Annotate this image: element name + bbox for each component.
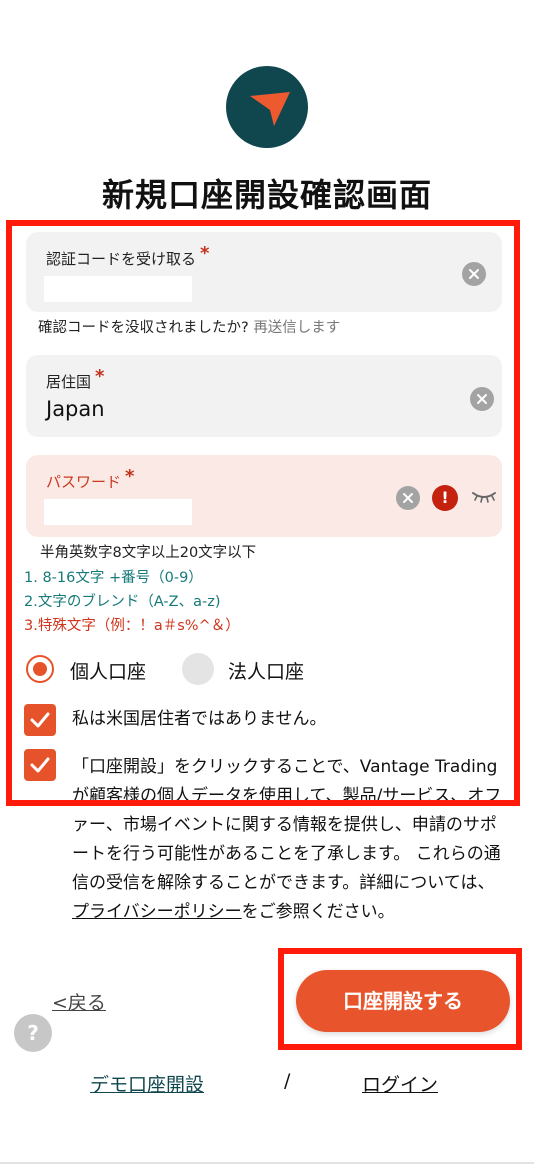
open-account-button[interactable]: 口座開設する bbox=[296, 970, 510, 1032]
resend-note: 確認コードを没収されましたか? 再送信します bbox=[38, 316, 340, 337]
verification-code-label: 認証コードを受け取る bbox=[46, 250, 197, 268]
password-rule-special: 3.特殊文字（例：！a＃s%^＆） bbox=[24, 618, 240, 634]
consent-suffix: をご参照ください。 bbox=[241, 902, 395, 922]
demo-account-link[interactable]: デモ口座開設 bbox=[90, 1070, 204, 1097]
privacy-policy-link[interactable]: プライバシーポリシー bbox=[72, 902, 242, 922]
eye-hidden-icon[interactable] bbox=[470, 487, 498, 507]
verification-code-field[interactable]: 認証コードを受け取る * bbox=[26, 232, 502, 312]
consent-checkbox[interactable] bbox=[24, 749, 56, 781]
required-mark: * bbox=[95, 366, 105, 387]
country-label: 居住国 bbox=[46, 373, 92, 391]
country-value: Japan bbox=[46, 397, 105, 421]
checkmark-icon bbox=[30, 712, 50, 728]
error-icon: ! bbox=[432, 485, 458, 511]
password-input[interactable] bbox=[44, 499, 192, 525]
checkmark-icon bbox=[30, 757, 50, 773]
clear-icon[interactable] bbox=[396, 486, 420, 510]
consent-text: 「口座開設」をクリックすることで、Vantage Trading が顧客様の個人… bbox=[72, 753, 504, 927]
required-mark: * bbox=[200, 243, 210, 264]
consent-body: 「口座開設」をクリックすることで、Vantage Trading が顧客様の個人… bbox=[72, 757, 502, 893]
brand-logo bbox=[226, 66, 308, 148]
clear-icon[interactable] bbox=[470, 387, 494, 411]
radio-corporate-label[interactable]: 法人口座 bbox=[228, 657, 304, 684]
password-field[interactable]: パスワード * ! bbox=[26, 455, 502, 537]
password-rule-length: 1. 8-16文字 +番号（0-9） bbox=[24, 570, 203, 586]
login-link[interactable]: ログイン bbox=[362, 1070, 438, 1097]
help-icon[interactable]: ? bbox=[14, 1014, 52, 1052]
resend-question: 確認コードを没収されましたか? bbox=[38, 320, 249, 336]
us-resident-label: 私は米国居住者ではありません。 bbox=[72, 709, 327, 729]
radio-corporate[interactable] bbox=[182, 653, 214, 685]
country-field[interactable]: 居住国 * Japan bbox=[26, 355, 502, 437]
verification-code-input[interactable] bbox=[44, 276, 192, 302]
us-resident-checkbox[interactable] bbox=[24, 704, 56, 736]
back-link[interactable]: <戻る bbox=[52, 988, 106, 1015]
required-mark: * bbox=[125, 466, 135, 487]
page-title: 新規口座開設確認画面 bbox=[101, 176, 432, 214]
password-label: パスワード bbox=[46, 473, 122, 491]
password-rule-case: 2.文字のブレンド（A-Z、a-z) bbox=[24, 594, 221, 610]
radio-individual[interactable] bbox=[26, 655, 54, 683]
arrow-logo-icon bbox=[250, 92, 290, 126]
resend-link[interactable]: 再送信します bbox=[253, 320, 340, 336]
password-hint: 半角英数字8文字以上20文字以下 bbox=[40, 545, 257, 561]
radio-individual-label[interactable]: 個人口座 bbox=[70, 657, 146, 684]
footer-separator: / bbox=[284, 1070, 291, 1092]
clear-icon[interactable] bbox=[462, 262, 486, 286]
